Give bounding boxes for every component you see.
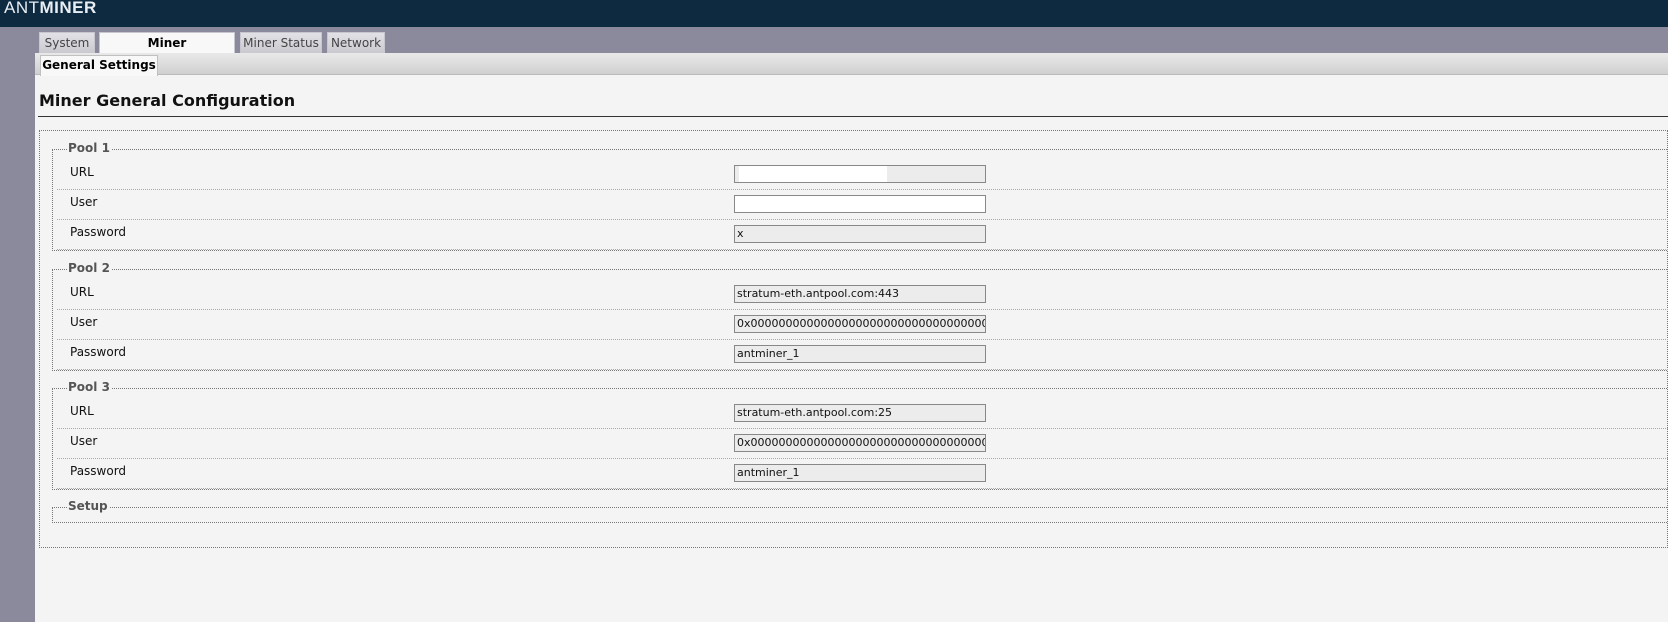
pool-3-url-row: URL stratum-eth.antpool.com:25 — [57, 399, 1668, 429]
pool-2-password-input[interactable]: antminer_1 — [734, 345, 986, 363]
pool-2-user-label: User — [70, 315, 98, 329]
pool-3-user-input[interactable]: 0x000000000000000000000000000000000000 — [734, 434, 986, 452]
pool-3-legend: Pool 3 — [67, 380, 111, 394]
pool-1-user-input[interactable] — [734, 195, 986, 213]
pool-3-password-label: Password — [70, 464, 127, 478]
pool-1-fieldset: Pool 1 URL User Password x — [52, 141, 1668, 251]
top-header-bar: ANTMINER — [0, 0, 1668, 27]
pool-1-legend: Pool 1 — [67, 141, 111, 155]
content-panel: General Settings Miner General Configura… — [35, 53, 1668, 622]
pool-3-url-label: URL — [70, 404, 94, 418]
pool-1-user-label: User — [70, 195, 98, 209]
pool-2-password-row: Password antminer_1 — [57, 340, 1668, 370]
pool-1-user-row: User — [57, 190, 1668, 220]
subtab-general-settings[interactable]: General Settings — [40, 55, 158, 76]
page-title: Miner General Configuration — [39, 91, 296, 110]
main-tab-bar: System Miner Configuration Miner Status … — [35, 27, 1668, 70]
pool-3-password-row: Password antminer_1 — [57, 459, 1668, 489]
setup-fieldset: Setup — [52, 499, 1668, 523]
pool-2-url-input[interactable]: stratum-eth.antpool.com:443 — [734, 285, 986, 303]
tab-system[interactable]: System — [39, 32, 95, 53]
setup-legend: Setup — [67, 499, 109, 513]
tab-miner-status[interactable]: Miner Status — [240, 32, 322, 53]
pool-1-url-input[interactable] — [734, 165, 986, 183]
title-divider — [38, 116, 1668, 117]
pool-1-url-row: URL — [57, 160, 1668, 190]
pool-3-user-row: User 0x000000000000000000000000000000000… — [57, 429, 1668, 459]
pool-1-password-input[interactable]: x — [734, 225, 986, 243]
pool-2-password-label: Password — [70, 345, 127, 359]
pool-2-user-input[interactable]: 0x000000000000000000000000000000000000 — [734, 315, 986, 333]
pool-2-fieldset: Pool 2 URL stratum-eth.antpool.com:443 U… — [52, 261, 1668, 371]
configuration-box: Pool 1 URL User Password x Pool 2 URL st… — [39, 130, 1668, 548]
pool-2-url-label: URL — [70, 285, 94, 299]
pool-2-user-row: User 0x000000000000000000000000000000000… — [57, 310, 1668, 340]
pool-3-password-input[interactable]: antminer_1 — [734, 464, 986, 482]
pool-3-user-label: User — [70, 434, 98, 448]
redaction-mask — [739, 166, 887, 182]
tab-miner-configuration[interactable]: Miner Configuration — [99, 32, 235, 70]
pool-2-legend: Pool 2 — [67, 261, 111, 275]
sub-tab-bar: General Settings — [35, 53, 1668, 76]
pool-3-url-input[interactable]: stratum-eth.antpool.com:25 — [734, 404, 986, 422]
pool-1-password-label: Password — [70, 225, 127, 239]
left-rail — [0, 27, 35, 622]
redaction-mask — [737, 196, 977, 212]
pool-2-url-row: URL stratum-eth.antpool.com:443 — [57, 280, 1668, 310]
pool-1-url-label: URL — [70, 165, 94, 179]
antminer-logo: ANTMINER — [4, 0, 97, 17]
pool-1-password-row: Password x — [57, 220, 1668, 250]
tab-network[interactable]: Network — [327, 32, 385, 53]
pool-3-fieldset: Pool 3 URL stratum-eth.antpool.com:25 Us… — [52, 380, 1668, 490]
